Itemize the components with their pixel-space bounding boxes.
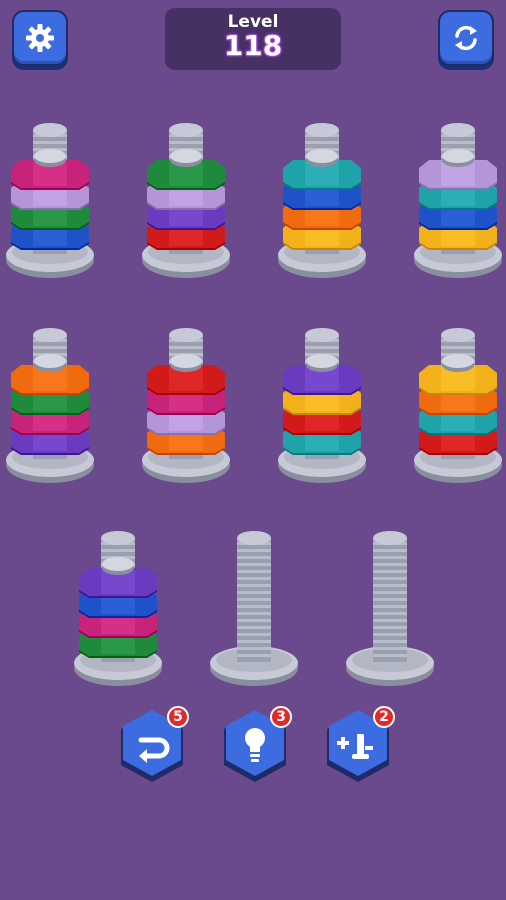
level-indicator: Level 118 xyxy=(165,8,341,70)
refresh-icon xyxy=(455,25,477,51)
screw-peg[interactable] xyxy=(5,110,95,280)
screw-peg[interactable] xyxy=(209,518,299,688)
add-screw-count-badge: 2 xyxy=(373,706,395,728)
add-screw-button[interactable]: 2 xyxy=(323,706,395,786)
screw-peg[interactable] xyxy=(413,110,503,280)
undo-button[interactable]: 5 xyxy=(117,706,189,786)
screw-peg[interactable] xyxy=(277,315,367,485)
screw-peg[interactable] xyxy=(413,315,503,485)
hint-button[interactable]: 3 xyxy=(220,706,292,786)
screw-peg[interactable] xyxy=(277,110,367,280)
settings-button[interactable] xyxy=(12,10,68,66)
screw-peg[interactable] xyxy=(141,315,231,485)
screw-peg[interactable] xyxy=(5,315,95,485)
screw-peg[interactable] xyxy=(345,518,435,688)
gear-icon xyxy=(26,24,54,52)
restart-button[interactable] xyxy=(438,10,494,66)
screw-peg[interactable] xyxy=(141,110,231,280)
hint-count-badge: 3 xyxy=(270,706,292,728)
level-number: 118 xyxy=(223,29,283,62)
screw-peg[interactable] xyxy=(73,518,163,688)
undo-count-badge: 5 xyxy=(167,706,189,728)
